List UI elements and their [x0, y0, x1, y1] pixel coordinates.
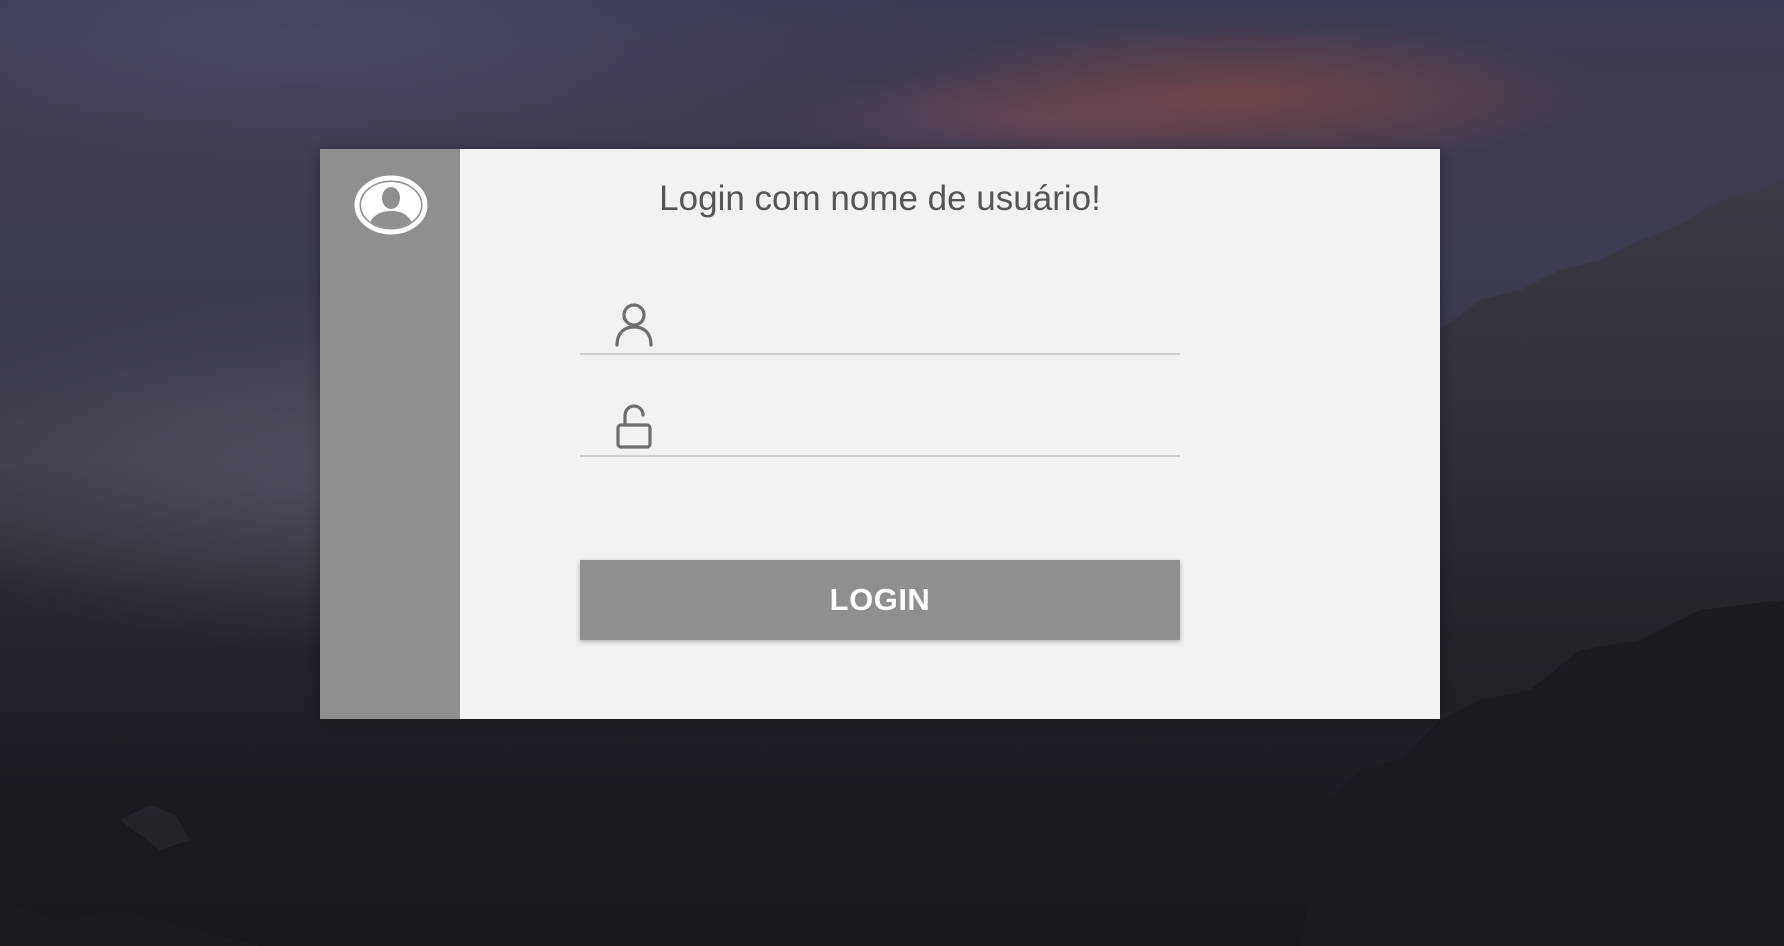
- username-field[interactable]: [580, 293, 1180, 355]
- user-avatar-icon: [354, 175, 428, 235]
- unlocked-padlock-icon: [616, 404, 652, 449]
- dialog-content: Login com nome de usuário! LOGIN: [460, 149, 1440, 719]
- login-button[interactable]: LOGIN: [580, 560, 1180, 640]
- username-input[interactable]: [676, 293, 1180, 355]
- password-field[interactable]: [580, 395, 1180, 457]
- password-input[interactable]: [676, 395, 1180, 457]
- dialog-title: Login com nome de usuário!: [659, 179, 1101, 218]
- login-dialog: Login com nome de usuário! LOGIN: [320, 149, 1440, 719]
- dialog-sidebar: [320, 149, 460, 719]
- user-outline-icon: [615, 303, 653, 347]
